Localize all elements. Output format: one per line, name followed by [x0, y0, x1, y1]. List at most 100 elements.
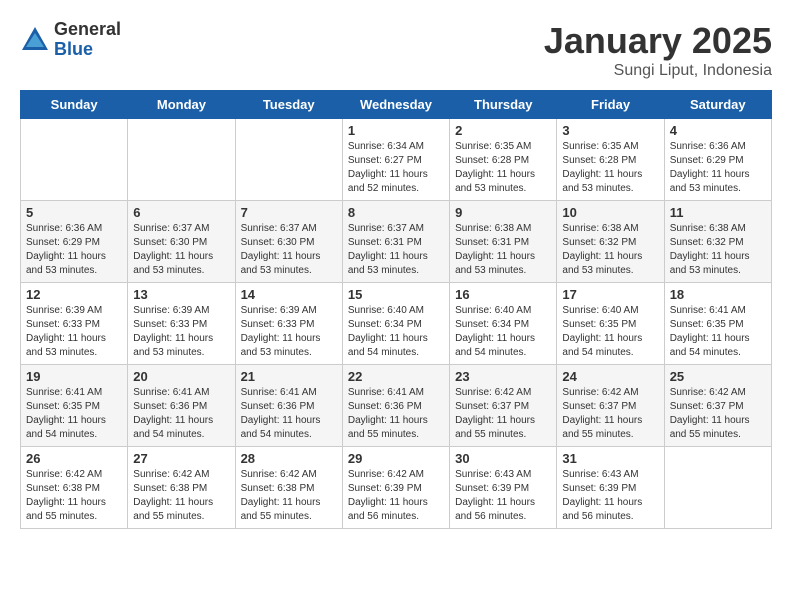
calendar-cell: 22Sunrise: 6:41 AM Sunset: 6:36 PM Dayli… [342, 365, 449, 447]
calendar-cell: 10 Sunrise: 6:38 AM Sunset: 6:32 PM Dayli… [557, 201, 664, 283]
day-number: 11 [670, 205, 766, 220]
day-info: Sunrise: 6:42 AM Sunset: 6:38 PM Dayligh… [241, 468, 337, 524]
day-number: 25 [670, 369, 766, 384]
day-info: Sunrise: 6:40 AM Sunset: 6:34 PM Dayligh… [455, 304, 551, 360]
day-info: Sunrise: 6:41 AM Sunset: 6:36 PM Dayligh… [133, 386, 229, 442]
weekday-header: Thursday [450, 91, 557, 119]
day-number: 26 [26, 451, 122, 466]
day-number: 29 [348, 451, 444, 466]
day-info: Sunrise: 6:39 AM Sunset: 6:33 PM Dayligh… [26, 304, 122, 360]
day-info: Sunrise: 6:36 AM Sunset: 6:29 PM Dayligh… [26, 222, 122, 278]
calendar-cell: 20 Sunrise: 6:41 AM Sunset: 6:36 PM Dayli… [128, 365, 235, 447]
calendar-table: SundayMondayTuesdayWednesdayThursdayFrid… [20, 90, 772, 529]
calendar-cell: 15Sunrise: 6:40 AM Sunset: 6:34 PM Dayli… [342, 283, 449, 365]
day-number: 27 [133, 451, 229, 466]
day-number: 12 [26, 287, 122, 302]
day-number: 13 [133, 287, 229, 302]
calendar-cell: 28 Sunrise: 6:42 AM Sunset: 6:38 PM Dayli… [235, 447, 342, 529]
calendar-cell [235, 119, 342, 201]
location-title: Sungi Liput, Indonesia [544, 62, 772, 80]
day-number: 2 [455, 123, 551, 138]
calendar-cell: 27Sunrise: 6:42 AM Sunset: 6:38 PM Dayli… [128, 447, 235, 529]
day-number: 5 [26, 205, 122, 220]
day-info: Sunrise: 6:39 AM Sunset: 6:33 PM Dayligh… [241, 304, 337, 360]
calendar-cell: 14 Sunrise: 6:39 AM Sunset: 6:33 PM Dayli… [235, 283, 342, 365]
day-info: Sunrise: 6:41 AM Sunset: 6:35 PM Dayligh… [670, 304, 766, 360]
day-info: Sunrise: 6:39 AM Sunset: 6:33 PM Dayligh… [133, 304, 229, 360]
day-number: 7 [241, 205, 337, 220]
calendar-week-row: 26 Sunrise: 6:42 AM Sunset: 6:38 PM Dayli… [21, 447, 772, 529]
day-info: Sunrise: 6:43 AM Sunset: 6:39 PM Dayligh… [562, 468, 658, 524]
day-number: 14 [241, 287, 337, 302]
day-info: Sunrise: 6:38 AM Sunset: 6:32 PM Dayligh… [670, 222, 766, 278]
logo: General Blue [20, 20, 121, 60]
calendar-cell: 16 Sunrise: 6:40 AM Sunset: 6:34 PM Dayli… [450, 283, 557, 365]
day-number: 17 [562, 287, 658, 302]
day-info: Sunrise: 6:37 AM Sunset: 6:30 PM Dayligh… [133, 222, 229, 278]
logo-icon [20, 25, 50, 55]
calendar-cell: 25 Sunrise: 6:42 AM Sunset: 6:37 PM Dayli… [664, 365, 771, 447]
calendar-cell: 2 Sunrise: 6:35 AM Sunset: 6:28 PM Daylig… [450, 119, 557, 201]
calendar-cell: 24Sunrise: 6:42 AM Sunset: 6:37 PM Dayli… [557, 365, 664, 447]
day-info: Sunrise: 6:37 AM Sunset: 6:30 PM Dayligh… [241, 222, 337, 278]
day-number: 9 [455, 205, 551, 220]
day-number: 10 [562, 205, 658, 220]
day-info: Sunrise: 6:42 AM Sunset: 6:39 PM Dayligh… [348, 468, 444, 524]
logo-blue-text: Blue [54, 40, 121, 60]
day-info: Sunrise: 6:38 AM Sunset: 6:32 PM Dayligh… [562, 222, 658, 278]
calendar-cell: 19 Sunrise: 6:41 AM Sunset: 6:35 PM Dayli… [21, 365, 128, 447]
calendar-cell: 21Sunrise: 6:41 AM Sunset: 6:36 PM Dayli… [235, 365, 342, 447]
day-number: 28 [241, 451, 337, 466]
calendar-week-row: 19 Sunrise: 6:41 AM Sunset: 6:35 PM Dayli… [21, 365, 772, 447]
day-info: Sunrise: 6:37 AM Sunset: 6:31 PM Dayligh… [348, 222, 444, 278]
weekday-header: Wednesday [342, 91, 449, 119]
calendar-cell: 6 Sunrise: 6:37 AM Sunset: 6:30 PM Daylig… [128, 201, 235, 283]
day-info: Sunrise: 6:42 AM Sunset: 6:37 PM Dayligh… [670, 386, 766, 442]
weekday-header: Tuesday [235, 91, 342, 119]
day-number: 30 [455, 451, 551, 466]
title-area: January 2025 Sungi Liput, Indonesia [544, 20, 772, 80]
calendar-week-row: 1 Sunrise: 6:34 AM Sunset: 6:27 PM Daylig… [21, 119, 772, 201]
calendar-cell: 9 Sunrise: 6:38 AM Sunset: 6:31 PM Daylig… [450, 201, 557, 283]
logo-text: General Blue [54, 20, 121, 60]
calendar-cell: 18 Sunrise: 6:41 AM Sunset: 6:35 PM Dayli… [664, 283, 771, 365]
day-info: Sunrise: 6:41 AM Sunset: 6:36 PM Dayligh… [348, 386, 444, 442]
calendar-cell [664, 447, 771, 529]
day-number: 19 [26, 369, 122, 384]
calendar-cell: 1 Sunrise: 6:34 AM Sunset: 6:27 PM Daylig… [342, 119, 449, 201]
day-number: 18 [670, 287, 766, 302]
weekday-header: Saturday [664, 91, 771, 119]
calendar-cell: 5 Sunrise: 6:36 AM Sunset: 6:29 PM Daylig… [21, 201, 128, 283]
day-info: Sunrise: 6:36 AM Sunset: 6:29 PM Dayligh… [670, 140, 766, 196]
day-number: 6 [133, 205, 229, 220]
day-number: 23 [455, 369, 551, 384]
day-info: Sunrise: 6:34 AM Sunset: 6:27 PM Dayligh… [348, 140, 444, 196]
calendar-cell: 3Sunrise: 6:35 AM Sunset: 6:28 PM Daylig… [557, 119, 664, 201]
weekday-header-row: SundayMondayTuesdayWednesdayThursdayFrid… [21, 91, 772, 119]
day-number: 3 [562, 123, 658, 138]
calendar-cell: 26Sunrise: 6:42 AM Sunset: 6:38 PM Dayli… [21, 447, 128, 529]
calendar-cell [21, 119, 128, 201]
day-number: 4 [670, 123, 766, 138]
calendar-cell: 30 Sunrise: 6:43 AM Sunset: 6:39 PM Dayli… [450, 447, 557, 529]
month-title: January 2025 [544, 20, 772, 62]
calendar-cell: 11 Sunrise: 6:38 AM Sunset: 6:32 PM Dayli… [664, 201, 771, 283]
day-info: Sunrise: 6:35 AM Sunset: 6:28 PM Dayligh… [455, 140, 551, 196]
day-info: Sunrise: 6:38 AM Sunset: 6:31 PM Dayligh… [455, 222, 551, 278]
calendar-cell: 4 Sunrise: 6:36 AM Sunset: 6:29 PM Daylig… [664, 119, 771, 201]
day-number: 16 [455, 287, 551, 302]
logo-general: General [54, 20, 121, 40]
weekday-header: Sunday [21, 91, 128, 119]
day-number: 1 [348, 123, 444, 138]
day-info: Sunrise: 6:40 AM Sunset: 6:34 PM Dayligh… [348, 304, 444, 360]
day-info: Sunrise: 6:41 AM Sunset: 6:36 PM Dayligh… [241, 386, 337, 442]
calendar-cell: 13 Sunrise: 6:39 AM Sunset: 6:33 PM Dayli… [128, 283, 235, 365]
calendar-cell: 12 Sunrise: 6:39 AM Sunset: 6:33 PM Dayli… [21, 283, 128, 365]
day-number: 20 [133, 369, 229, 384]
page-header: General Blue January 2025 Sungi Liput, I… [20, 20, 772, 80]
day-info: Sunrise: 6:40 AM Sunset: 6:35 PM Dayligh… [562, 304, 658, 360]
day-number: 8 [348, 205, 444, 220]
day-info: Sunrise: 6:43 AM Sunset: 6:39 PM Dayligh… [455, 468, 551, 524]
day-info: Sunrise: 6:42 AM Sunset: 6:37 PM Dayligh… [455, 386, 551, 442]
day-info: Sunrise: 6:41 AM Sunset: 6:35 PM Dayligh… [26, 386, 122, 442]
